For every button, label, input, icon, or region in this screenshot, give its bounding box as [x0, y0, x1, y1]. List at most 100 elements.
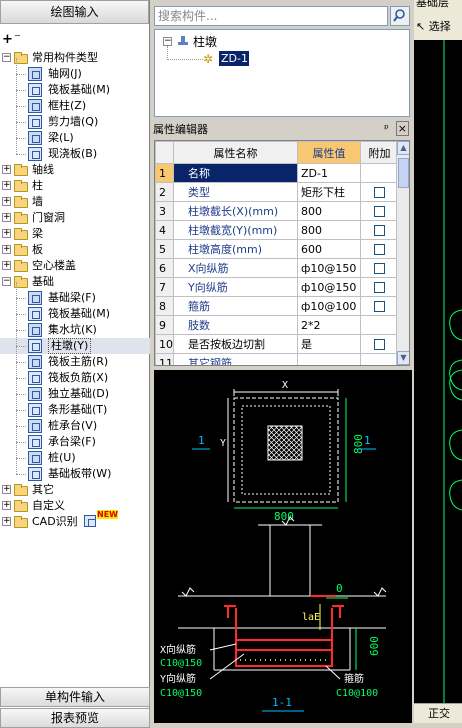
row-number: 10: [155, 334, 174, 354]
panel-header-draw-input[interactable]: 绘图输入: [0, 0, 149, 24]
property-value[interactable]: 600: [297, 239, 361, 259]
tree-item[interactable]: 筏板主筋(R): [0, 346, 150, 370]
property-value[interactable]: [297, 353, 361, 365]
search-button[interactable]: [390, 6, 410, 26]
extra-cell: [360, 201, 399, 221]
expand-icon[interactable]: +: [2, 501, 11, 510]
tree-item[interactable]: 承台梁(F): [0, 426, 150, 450]
tree-category[interactable]: + 自定义: [0, 498, 150, 514]
tree-item-label: 基础板带(W): [48, 467, 112, 480]
tree-category[interactable]: + 梁: [0, 226, 150, 242]
property-value[interactable]: ZD-1: [297, 163, 361, 183]
folder-icon: [14, 516, 28, 528]
expand-icon[interactable]: +: [2, 165, 11, 174]
property-row[interactable]: 2 类型 矩形下柱: [155, 182, 399, 202]
expand-icon[interactable]: +: [2, 181, 11, 190]
extra-checkbox[interactable]: [374, 225, 385, 236]
tree-item[interactable]: 基础梁(F): [0, 282, 150, 306]
extra-checkbox[interactable]: [374, 263, 385, 274]
property-value[interactable]: ф10@100: [297, 296, 361, 316]
tree-category[interactable]: + 柱: [0, 178, 150, 194]
property-value[interactable]: 800: [297, 220, 361, 240]
tree-item[interactable]: 轴网(J): [0, 58, 150, 82]
expand-all-icon[interactable]: +: [2, 33, 13, 46]
single-component-input-button[interactable]: 单构件输入: [0, 687, 150, 707]
property-value[interactable]: 是: [297, 334, 361, 354]
extra-checkbox[interactable]: [374, 282, 385, 293]
expand-icon[interactable]: +: [2, 517, 11, 526]
component-icon: [28, 451, 42, 465]
collapse-icon[interactable]: −: [2, 277, 11, 286]
collapse-all-icon[interactable]: ⁻: [14, 32, 21, 45]
property-value[interactable]: 800: [297, 201, 361, 221]
expand-icon[interactable]: +: [2, 261, 11, 270]
property-value[interactable]: 矩形下柱: [297, 182, 361, 202]
expand-icon[interactable]: +: [2, 485, 11, 494]
property-row[interactable]: 4 柱墩截宽(Y)(mm) 800: [155, 220, 399, 240]
tree-item[interactable]: 筏板基础(M): [0, 74, 150, 98]
component-icon: [28, 403, 42, 417]
scroll-up-arrow-icon[interactable]: ▲: [397, 141, 409, 155]
cad-stirrup-value: C10@100: [336, 688, 378, 699]
tree-item[interactable]: 独立基础(D): [0, 378, 150, 402]
scroll-thumb[interactable]: [398, 158, 409, 188]
component-icon: [28, 467, 42, 481]
drawing-canvas[interactable]: 基础层 ↖ 选择 正交: [414, 0, 462, 723]
tree-category[interactable]: + 轴线: [0, 162, 150, 178]
tree-category[interactable]: + 板: [0, 242, 150, 258]
tree-item[interactable]: 桩(U): [0, 442, 150, 466]
search-input[interactable]: 搜索构件...: [154, 6, 388, 26]
property-row[interactable]: 3 柱墩截长(X)(mm) 800: [155, 201, 399, 221]
tree-item[interactable]: 剪力墙(Q): [0, 106, 150, 130]
tree-item[interactable]: 筏板负筋(X): [0, 362, 150, 386]
expand-icon[interactable]: +: [2, 245, 11, 254]
tree-item[interactable]: 柱墩(Y): [0, 330, 150, 354]
tree-category[interactable]: − 基础: [0, 274, 150, 290]
tree-item[interactable]: 梁(L): [0, 122, 150, 146]
tree-category[interactable]: + 墙: [0, 194, 150, 210]
tree-category[interactable]: + 门窗洞: [0, 210, 150, 226]
tree-category[interactable]: − 常用构件类型: [0, 50, 150, 66]
property-row[interactable]: 1 名称 ZD-1: [155, 163, 399, 183]
property-scrollbar[interactable]: ▲ ▼: [396, 141, 409, 365]
property-row[interactable]: 6 X向纵筋 ф10@150: [155, 258, 399, 278]
property-value[interactable]: ф10@150: [297, 277, 361, 297]
tree-item[interactable]: 集水坑(K): [0, 314, 150, 338]
property-row[interactable]: 9 肢数 2*2: [155, 315, 399, 335]
close-icon[interactable]: ×: [395, 121, 409, 136]
extra-checkbox[interactable]: [374, 206, 385, 217]
collapse-icon[interactable]: −: [163, 37, 172, 46]
row-number: 2: [155, 182, 174, 202]
tree-item[interactable]: 框柱(Z): [0, 90, 150, 114]
select-tool[interactable]: ↖ 选择: [416, 18, 451, 34]
extra-checkbox[interactable]: [374, 244, 385, 255]
expand-icon[interactable]: +: [2, 197, 11, 206]
extra-checkbox[interactable]: [374, 301, 385, 312]
property-value[interactable]: ф10@150: [297, 258, 361, 278]
property-row[interactable]: 11 其它钢筋: [155, 353, 399, 365]
ortho-status[interactable]: 正交: [414, 703, 462, 723]
expand-icon[interactable]: +: [2, 213, 11, 222]
tree-category[interactable]: + 其它: [0, 482, 150, 498]
tree-item[interactable]: 现浇板(B): [0, 138, 150, 162]
tree-item[interactable]: 条形基础(T): [0, 394, 150, 418]
tree-root-label[interactable]: 柱墩: [193, 33, 217, 50]
tree-item[interactable]: 桩承台(V): [0, 410, 150, 434]
expand-icon[interactable]: +: [2, 229, 11, 238]
scroll-down-arrow-icon[interactable]: ▼: [397, 351, 409, 365]
pin-icon[interactable]: ᵖ: [384, 122, 389, 135]
property-row[interactable]: 7 Y向纵筋 ф10@150: [155, 277, 399, 297]
tree-category[interactable]: + CAD识别 NEW: [0, 510, 150, 530]
property-row[interactable]: 5 柱墩高度(mm) 600: [155, 239, 399, 259]
collapse-icon[interactable]: −: [2, 53, 11, 62]
property-row[interactable]: 8 箍筋 ф10@100: [155, 296, 399, 316]
extra-checkbox[interactable]: [374, 339, 385, 350]
selected-component[interactable]: ZD-1: [219, 51, 249, 66]
report-preview-button[interactable]: 报表预览: [0, 708, 150, 728]
property-row[interactable]: 10 是否按板边切割是: [155, 334, 399, 354]
property-value[interactable]: 2*2: [297, 315, 361, 335]
tree-category[interactable]: + 空心楼盖: [0, 258, 150, 274]
tree-item[interactable]: 筏板基础(M): [0, 298, 150, 322]
tree-item[interactable]: 基础板带(W): [0, 458, 150, 482]
extra-checkbox[interactable]: [374, 187, 385, 198]
